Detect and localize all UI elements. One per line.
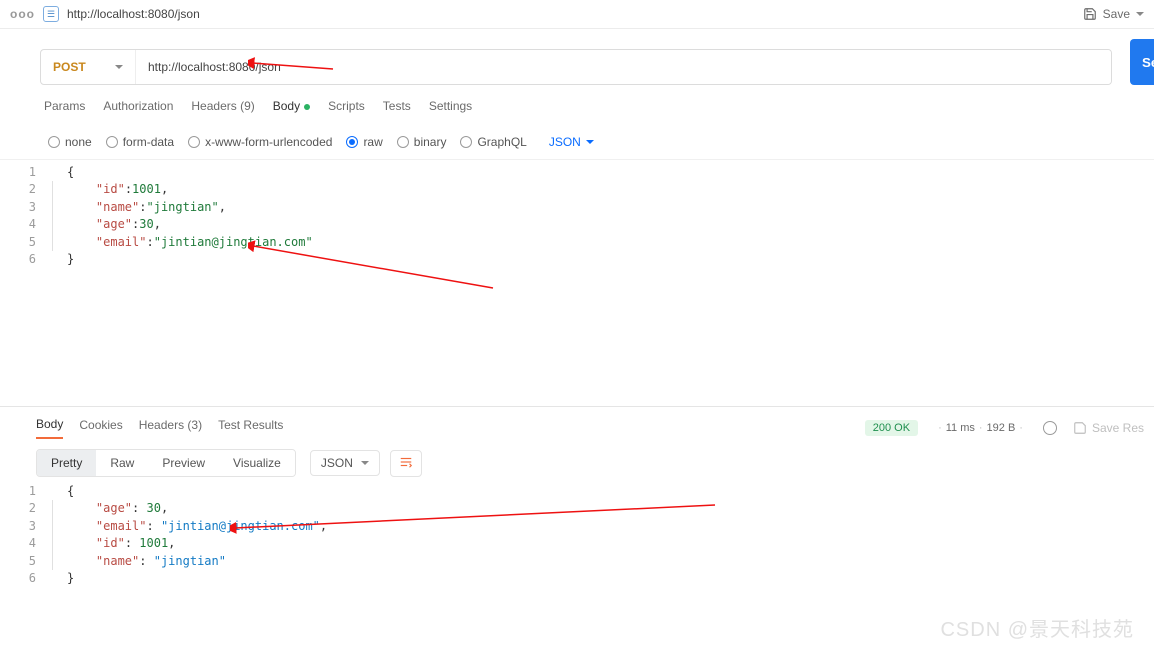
response-format-label: JSON xyxy=(321,456,353,470)
watermark: CSDN @景天科技苑 xyxy=(940,613,1134,642)
code-content: { "id":1001, "name":"jingtian", "age":30… xyxy=(52,164,1154,404)
tab-bar: ooo ☰ http://localhost:8080/json Save xyxy=(0,0,1154,29)
tab-tests[interactable]: Tests xyxy=(383,99,411,121)
chevron-down-icon xyxy=(115,65,123,73)
view-mode-segment: Pretty Raw Preview Visualize xyxy=(36,449,296,477)
response-body-editor[interactable]: 123456 { "age": 30, "email": "jintian@ji… xyxy=(0,483,1154,587)
radio-urlencoded[interactable]: x-www-form-urlencoded xyxy=(188,135,332,149)
chevron-down-icon xyxy=(361,461,369,469)
tab-title[interactable]: http://localhost:8080/json xyxy=(67,7,200,21)
tab-headers[interactable]: Headers (9) xyxy=(191,99,254,121)
code-content: { "age": 30, "email": "jintian@jingtian.… xyxy=(52,483,1154,587)
line-gutter: 123456 xyxy=(0,164,52,404)
wrap-icon xyxy=(399,456,413,468)
response-view-bar: Pretty Raw Preview Visualize JSON xyxy=(0,439,1154,483)
tab-scripts[interactable]: Scripts xyxy=(328,99,365,121)
radio-none[interactable]: none xyxy=(48,135,92,149)
save-icon xyxy=(1073,421,1087,435)
save-button[interactable]: Save xyxy=(1083,7,1144,21)
status-badge: 200 OK xyxy=(865,420,918,436)
network-icon[interactable] xyxy=(1043,421,1057,435)
resp-tab-cookies[interactable]: Cookies xyxy=(79,418,122,438)
response-tabs: Body Cookies Headers (3) Test Results 20… xyxy=(0,407,1154,439)
tab-body[interactable]: Body xyxy=(273,99,310,121)
view-raw[interactable]: Raw xyxy=(96,450,148,476)
radio-none-label: none xyxy=(65,135,92,149)
body-type-row: none form-data x-www-form-urlencoded raw… xyxy=(0,125,1154,160)
radio-binary-label: binary xyxy=(414,135,447,149)
radio-graphql-label: GraphQL xyxy=(477,135,526,149)
radio-raw-label: raw xyxy=(363,135,382,149)
chevron-down-icon[interactable] xyxy=(1136,12,1144,20)
radio-graphql[interactable]: GraphQL xyxy=(460,135,526,149)
wrap-lines-button[interactable] xyxy=(390,450,422,477)
radio-form-data-label: form-data xyxy=(123,135,174,149)
url-input[interactable] xyxy=(136,50,1111,84)
send-button[interactable]: Send xyxy=(1130,39,1154,85)
chevron-down-icon xyxy=(586,140,594,148)
tab-authorization[interactable]: Authorization xyxy=(103,99,173,121)
tabs-overflow[interactable]: ooo xyxy=(10,7,35,21)
tab-settings[interactable]: Settings xyxy=(429,99,472,121)
http-method-value: POST xyxy=(53,60,86,74)
save-label: Save xyxy=(1103,7,1130,21)
radio-raw[interactable]: raw xyxy=(346,135,382,149)
line-gutter: 123456 xyxy=(0,483,52,587)
view-visualize[interactable]: Visualize xyxy=(219,450,295,476)
radio-urlencoded-label: x-www-form-urlencoded xyxy=(205,135,332,149)
save-response-button[interactable]: Save Res xyxy=(1073,421,1144,435)
view-preview[interactable]: Preview xyxy=(148,450,219,476)
http-method-icon: ☰ xyxy=(43,6,59,22)
body-format-select[interactable]: JSON xyxy=(549,135,594,149)
resp-tab-body[interactable]: Body xyxy=(36,417,63,439)
response-meta: ·11 ms·192 B· xyxy=(934,422,1027,434)
body-format-label: JSON xyxy=(549,135,581,149)
view-pretty[interactable]: Pretty xyxy=(37,450,96,476)
resp-tab-tests[interactable]: Test Results xyxy=(218,418,283,438)
radio-binary[interactable]: binary xyxy=(397,135,447,149)
save-icon xyxy=(1083,7,1097,21)
save-response-label: Save Res xyxy=(1092,421,1144,435)
request-url-row: POST Send xyxy=(0,39,1154,85)
tab-params[interactable]: Params xyxy=(44,99,85,121)
radio-form-data[interactable]: form-data xyxy=(106,135,174,149)
request-body-editor[interactable]: 123456 { "id":1001, "name":"jingtian", "… xyxy=(0,160,1154,404)
resp-tab-headers[interactable]: Headers (3) xyxy=(139,418,202,438)
request-tabs: Params Authorization Headers (9) Body Sc… xyxy=(0,85,1154,121)
http-method-select[interactable]: POST xyxy=(41,50,136,84)
response-format-select[interactable]: JSON xyxy=(310,450,380,476)
